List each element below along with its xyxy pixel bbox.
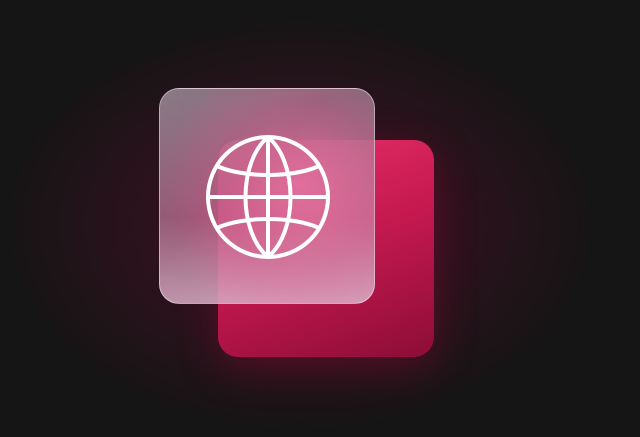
globe-icon [206, 135, 330, 259]
glass-card [159, 88, 375, 304]
